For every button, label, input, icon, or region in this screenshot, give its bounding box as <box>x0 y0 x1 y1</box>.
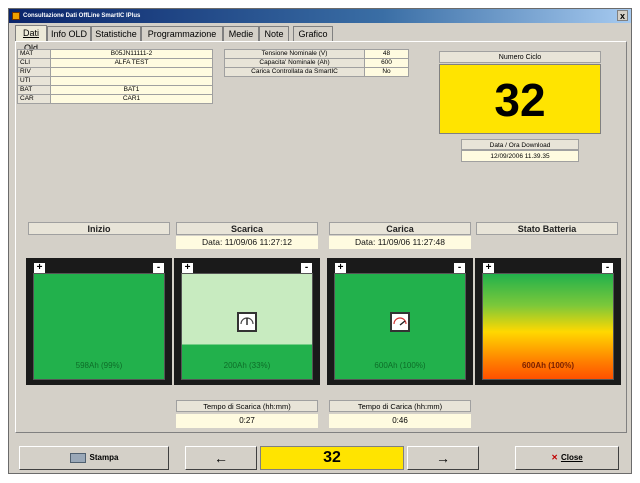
table-row: UTI <box>17 76 213 86</box>
battery-charge-label: 200Ah (33%) <box>223 361 271 370</box>
print-button-label: Stampa <box>89 453 119 462</box>
battery-inizio: + - 598Ah (99%) <box>26 258 172 385</box>
tab-dati-old[interactable]: Dati Old <box>15 25 47 53</box>
cycle-number-display: 32 <box>439 64 601 134</box>
close-button-label: Close <box>560 453 583 462</box>
charge-time-value: 0:46 <box>329 414 471 428</box>
bottom-toolbar: Stampa ← 32 → ✕ Close <box>15 446 627 472</box>
tab-grafico[interactable]: Grafico <box>293 26 333 41</box>
discharge-time-value: 0:27 <box>176 414 318 428</box>
charge-time-label: Tempo di Carica (hh:mm) <box>329 400 471 412</box>
column-title-stato: Stato Batteria <box>476 222 618 235</box>
table-row: RIV <box>17 67 213 77</box>
row-label: Carica Controllata da SmartIC <box>224 67 365 77</box>
arrow-right-icon: → <box>436 450 450 466</box>
table-row: Carica Controllata da SmartIC No <box>224 67 409 77</box>
battery-charge-label: 598Ah (99%) <box>75 361 123 370</box>
row-value <box>50 67 213 77</box>
row-label: Tensione Nominale (V) <box>224 49 365 59</box>
table-row: CAR CAR1 <box>17 94 213 104</box>
battery-body: 600Ah (100%) <box>334 273 466 380</box>
next-cycle-button[interactable]: → <box>407 446 479 470</box>
discharge-time-label: Tempo di Scarica (hh:mm) <box>176 400 318 412</box>
params-table: Tensione Nominale (V) 48 Capacita' Nomina… <box>224 49 409 77</box>
column-title-inizio: Inizio <box>28 222 170 235</box>
row-value: No <box>364 67 409 77</box>
previous-cycle-button[interactable]: ← <box>185 446 257 470</box>
current-cycle-display: 32 <box>260 446 404 470</box>
title-bar: Consultazione Dati OffLine SmartIC IPlus… <box>9 9 631 23</box>
battery-carica: + - 600Ah (100%) <box>327 258 473 385</box>
column-title-scarica: Scarica <box>176 222 318 235</box>
row-value: ALFA TEST <box>50 58 213 68</box>
battery-body: 600Ah (100%) <box>482 273 614 380</box>
table-row: Tensione Nominale (V) 48 <box>224 49 409 59</box>
close-button[interactable]: ✕ Close <box>515 446 619 470</box>
row-value: CAR1 <box>50 94 213 104</box>
row-value <box>50 76 213 86</box>
battery-body: 200Ah (33%) <box>181 273 313 380</box>
row-label: RIV <box>17 67 51 77</box>
battery-charge-label: 600Ah (100%) <box>521 361 575 370</box>
printer-icon <box>69 452 86 463</box>
row-label: UTI <box>17 76 51 86</box>
battery-body: 598Ah (99%) <box>33 273 165 380</box>
table-row: BAT BAT1 <box>17 85 213 95</box>
battery-stato: + - 600Ah (100%) <box>475 258 621 385</box>
table-row: MAT B05JN11111-2 <box>17 49 213 59</box>
cycle-number-label: Numero Ciclo <box>439 51 601 63</box>
main-window: Consultazione Dati OffLine SmartIC IPlus… <box>8 8 632 474</box>
table-row: CLI ALFA TEST <box>17 58 213 68</box>
window-title: Consultazione Dati OffLine SmartIC IPlus <box>23 13 141 19</box>
download-value: 12/09/2006 11.39.35 <box>461 150 579 162</box>
row-label: CAR <box>17 94 51 104</box>
row-value: B05JN11111-2 <box>50 49 213 59</box>
ident-table: MAT B05JN11111-2 CLI ALFA TEST RIV UTI BAT… <box>17 49 213 104</box>
carica-date: Data: 11/09/06 11:27:48 <box>329 236 471 249</box>
tab-programmazione[interactable]: Programmazione <box>141 26 223 41</box>
scarica-date: Data: 11/09/06 11:27:12 <box>176 236 318 249</box>
download-label: Data / Ora Download <box>461 139 579 150</box>
row-label: Capacita' Nominale (Ah) <box>224 58 365 68</box>
row-label: MAT <box>17 49 51 59</box>
row-value: BAT1 <box>50 85 213 95</box>
row-label: CLI <box>17 58 51 68</box>
window-close-button[interactable]: x <box>617 10 628 21</box>
discharge-gauge-icon <box>237 312 257 332</box>
row-value: 600 <box>364 58 409 68</box>
tab-note[interactable]: Note <box>259 26 289 41</box>
arrow-left-icon: ← <box>214 450 228 466</box>
column-title-carica: Carica <box>329 222 471 235</box>
charge-gauge-icon <box>390 312 410 332</box>
tab-info-old[interactable]: Info OLD <box>47 26 91 41</box>
app-icon <box>12 12 20 20</box>
row-value: 48 <box>364 49 409 59</box>
close-x-icon: ✕ <box>551 453 558 462</box>
tab-statistiche[interactable]: Statistiche <box>91 26 141 41</box>
battery-charge-label: 600Ah (100%) <box>374 361 426 370</box>
print-button[interactable]: Stampa <box>19 446 169 470</box>
tab-medie[interactable]: Medie <box>223 26 259 41</box>
table-row: Capacita' Nominale (Ah) 600 <box>224 58 409 68</box>
row-label: BAT <box>17 85 51 95</box>
battery-scarica: + - 200Ah (33%) <box>174 258 320 385</box>
